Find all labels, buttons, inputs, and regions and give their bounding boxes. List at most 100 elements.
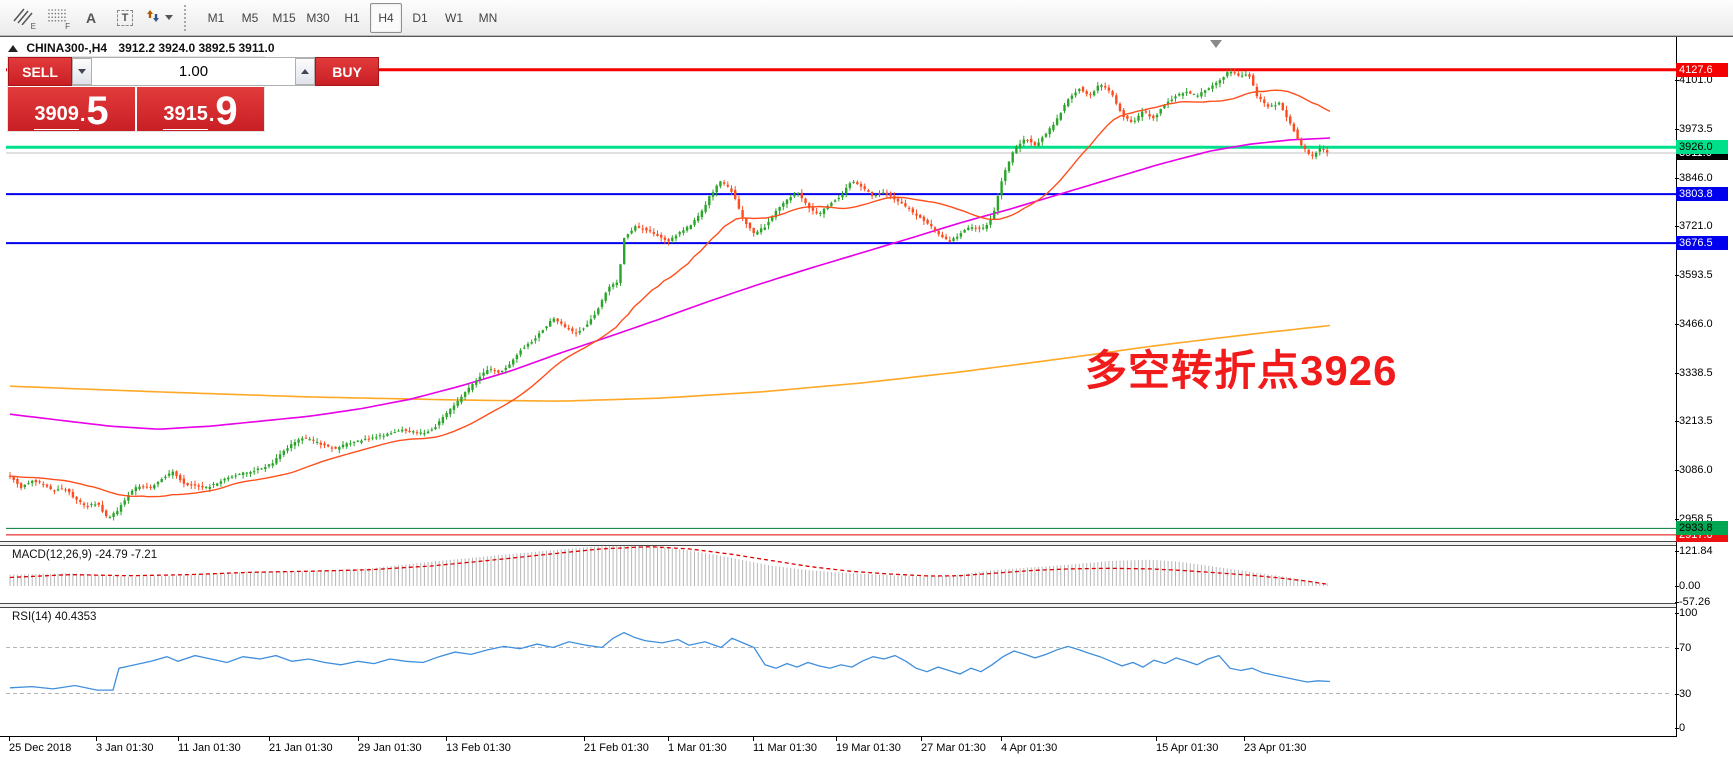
time-axis-tick	[1244, 737, 1245, 741]
volume-stepper	[72, 57, 315, 86]
timeframe-button-m5[interactable]: M5	[234, 3, 266, 33]
collapse-arrow-icon[interactable]	[8, 45, 18, 52]
decimal-point: .	[209, 100, 215, 130]
time-axis-tick	[921, 737, 922, 741]
sell-price-dec: 5	[86, 92, 108, 130]
price-axis-tick: 3338.5	[1679, 366, 1713, 380]
timeframe-button-m15[interactable]: M15	[268, 3, 300, 33]
timeframe-button-m30[interactable]: M30	[302, 3, 334, 33]
arrange-arrows-icon	[145, 8, 161, 27]
text-annotation-button[interactable]: A	[75, 3, 107, 33]
draw-lines-button[interactable]: E	[7, 3, 39, 33]
volume-increase-button[interactable]	[295, 58, 315, 85]
time-axis-label: 25 Dec 2018	[9, 742, 71, 754]
time-axis-label: 4 Apr 01:30	[1001, 742, 1057, 754]
time-axis-tick	[358, 737, 359, 741]
text-annotation-icon: A	[86, 10, 96, 26]
rsi-pane-canvas[interactable]	[6, 608, 1676, 736]
time-axis-tick	[753, 737, 754, 741]
candlestick-series	[9, 68, 1329, 520]
price-axis-tick: 3593.5	[1679, 268, 1713, 282]
time-axis-tick	[9, 737, 10, 741]
buy-button[interactable]: BUY	[315, 57, 379, 86]
price-level-badge: 3803.8	[1676, 187, 1728, 201]
pane-separator[interactable]	[0, 603, 1676, 608]
arrow-down-icon	[78, 69, 86, 74]
pane-separator[interactable]	[0, 541, 1676, 546]
time-axis-tick	[1156, 737, 1157, 741]
price-axis-tick: 3213.5	[1679, 414, 1713, 428]
grid-button[interactable]: F	[41, 3, 73, 33]
price-axis-tick: 3466.0	[1679, 317, 1713, 331]
arrange-arrows-button[interactable]	[143, 3, 175, 33]
price-axis[interactable]: 4101.03973.53846.03721.03593.53466.03338…	[1677, 37, 1733, 757]
rsi-axis-tick: 100	[1679, 606, 1697, 620]
price-level-badge: 4127.6	[1676, 63, 1728, 77]
chart-title: CHINA300-,H4 3912.2 3924.0 3892.5 3911.0	[8, 41, 275, 55]
timeframe-button-h4[interactable]: H4	[370, 3, 402, 33]
volume-decrease-button[interactable]	[72, 58, 92, 85]
volume-input[interactable]	[92, 58, 295, 85]
rsi-axis-tick: 30	[1679, 687, 1691, 701]
buy-price-display[interactable]: 3915 . 9	[137, 87, 264, 131]
timeframe-button-w1[interactable]: W1	[438, 3, 470, 33]
price-level-badge: 3676.5	[1676, 236, 1728, 250]
time-axis-tick	[178, 737, 179, 741]
price-axis-tick: 3973.5	[1679, 122, 1713, 136]
buy-price-int: 3915	[163, 99, 208, 130]
text-box-icon: T	[117, 10, 134, 26]
sell-button[interactable]: SELL	[8, 57, 72, 86]
chevron-down-icon	[165, 15, 173, 20]
sell-price-display[interactable]: 3909 . 5	[8, 87, 135, 131]
macd-pane-canvas[interactable]	[6, 546, 1676, 603]
time-axis-label: 11 Mar 01:30	[753, 742, 817, 754]
time-axis-tick	[584, 737, 585, 741]
rsi-axis-tick: 0	[1679, 721, 1685, 735]
price-level-badge: 2933.8	[1676, 521, 1728, 535]
rsi-indicator-label: RSI(14) 40.4353	[12, 611, 96, 623]
time-axis-label: 21 Jan 01:30	[269, 742, 333, 754]
time-axis-label: 23 Apr 01:30	[1244, 742, 1306, 754]
rsi-axis-tick: 70	[1679, 641, 1691, 655]
macd-indicator-label: MACD(12,26,9) -24.79 -7.21	[12, 549, 157, 561]
chart-shift-marker-icon[interactable]	[1210, 40, 1222, 48]
time-axis-label: 11 Jan 01:30	[178, 742, 241, 754]
symbol-title: CHINA300-,H4	[26, 41, 107, 55]
time-axis-label: 15 Apr 01:30	[1156, 742, 1218, 754]
decimal-point: .	[80, 100, 86, 130]
chart-text-annotation: 多空转折点3926	[1085, 337, 1397, 398]
timeframe-button-mn[interactable]: MN	[472, 3, 504, 33]
time-axis-label: 3 Jan 01:30	[96, 742, 154, 754]
trading-platform-window: EFA T M1M5M15M30H1H4D1W1MN CHINA300-,H4 3…	[0, 0, 1733, 757]
price-axis-tick: 3086.0	[1679, 463, 1713, 477]
ohlc-values: 3912.2 3924.0 3892.5 3911.0	[118, 41, 274, 55]
time-axis-tick	[96, 737, 97, 741]
one-click-trading-panel: SELL BUY 3909 . 5 3915 . 9	[8, 57, 264, 131]
macd-axis-tick: 0.00	[1679, 579, 1700, 593]
time-axis-tick	[446, 737, 447, 741]
time-axis-label: 29 Jan 01:30	[358, 742, 422, 754]
timeframe-button-m1[interactable]: M1	[200, 3, 232, 33]
toolbar-separator	[184, 5, 193, 31]
macd-axis-tick: 121.84	[1679, 544, 1713, 558]
price-axis-tick: 3846.0	[1679, 171, 1713, 185]
price-axis-tick: 3721.0	[1679, 219, 1713, 233]
time-axis-label: 21 Feb 01:30	[584, 742, 649, 754]
timeframe-button-h1[interactable]: H1	[336, 3, 368, 33]
timeframe-button-group: M1M5M15M30H1H4D1W1MN	[199, 3, 505, 33]
text-box-button[interactable]: T	[109, 3, 141, 33]
time-axis-label: 19 Mar 01:30	[836, 742, 901, 754]
sell-price-int: 3909	[34, 99, 79, 130]
time-axis-tick	[836, 737, 837, 741]
arrow-up-icon	[301, 69, 309, 74]
time-axis-tick	[1001, 737, 1002, 741]
buy-price-dec: 9	[215, 92, 237, 130]
chart-window[interactable]: CHINA300-,H4 3912.2 3924.0 3892.5 3911.0…	[0, 36, 1733, 757]
toolbar-icon-group: EFA T	[6, 3, 176, 33]
time-axis[interactable]: 25 Dec 2018 3 Jan 01:30 11 Jan 01:30 21 Jan…	[0, 736, 1676, 757]
time-axis-tick	[269, 737, 270, 741]
price-level-badge: 3926.0	[1676, 140, 1728, 154]
time-axis-tick	[668, 737, 669, 741]
time-axis-label: 27 Mar 01:30	[921, 742, 986, 754]
timeframe-button-d1[interactable]: D1	[404, 3, 436, 33]
